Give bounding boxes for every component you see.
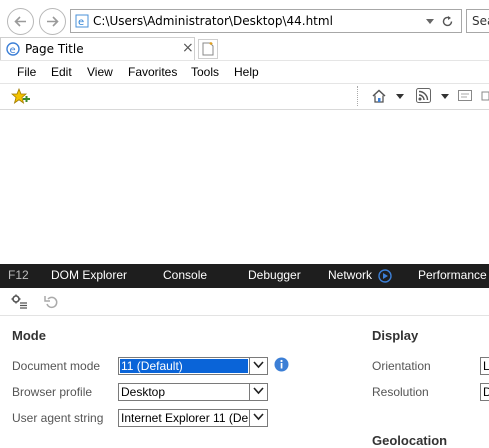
menu-tools[interactable]: Tools <box>191 65 219 79</box>
user-agent-value: Internet Explorer 11 (De <box>121 411 249 425</box>
svg-text:e: e <box>10 45 16 56</box>
search-placeholder: Sea <box>472 14 489 28</box>
command-bar <box>0 84 489 110</box>
mode-heading: Mode <box>12 328 46 343</box>
feeds-dropdown-icon[interactable] <box>441 94 449 99</box>
tab-performance[interactable]: Performance <box>418 268 487 282</box>
home-dropdown-icon[interactable] <box>396 94 404 99</box>
home-icon[interactable] <box>371 88 387 104</box>
ie-tab-icon: e <box>6 42 20 56</box>
user-agent-dropdown-button[interactable] <box>249 410 267 426</box>
back-arrow-icon <box>14 16 26 27</box>
url-text: C:\Users\Administrator\Desktop\44.html <box>93 14 333 28</box>
url-dropdown-icon[interactable] <box>426 19 434 25</box>
tab-debugger[interactable]: Debugger <box>248 268 301 282</box>
browser-tab[interactable]: e Page Title × <box>0 37 195 60</box>
tab-title: Page Title <box>25 42 84 56</box>
refresh-icon[interactable] <box>441 15 454 28</box>
network-record-icon[interactable] <box>378 269 392 283</box>
browser-profile-value: Desktop <box>121 385 166 399</box>
print-icon[interactable] <box>481 90 489 102</box>
settings-list-icon[interactable] <box>11 294 28 309</box>
orientation-value: La <box>483 359 489 373</box>
ie-page-icon: e <box>75 14 89 28</box>
orientation-label: Orientation <box>372 359 431 373</box>
document-mode-value: 11 (Default) <box>121 359 183 373</box>
browser-profile-label: Browser profile <box>12 385 93 399</box>
menu-edit[interactable]: Edit <box>51 65 72 79</box>
browser-profile-select[interactable]: Desktop <box>118 383 268 401</box>
chevron-down-icon <box>253 387 264 395</box>
menu-view[interactable]: View <box>87 65 113 79</box>
address-bar-row: e C:\Users\Administrator\Desktop\44.html… <box>0 0 489 40</box>
tab-row: e Page Title × <box>0 36 489 60</box>
reset-undo-icon[interactable] <box>44 295 59 309</box>
new-tab-icon <box>202 42 214 56</box>
new-tab-button[interactable] <box>198 39 218 59</box>
info-icon[interactable] <box>274 357 289 372</box>
forward-arrow-icon <box>47 16 59 27</box>
menu-file[interactable]: File <box>17 65 36 79</box>
tab-console[interactable]: Console <box>163 268 207 282</box>
menu-help[interactable]: Help <box>234 65 259 79</box>
emulation-toolbar <box>0 288 489 316</box>
resolution-value: D <box>483 385 489 399</box>
url-input[interactable]: e C:\Users\Administrator\Desktop\44.html <box>70 9 462 33</box>
read-mail-icon[interactable] <box>458 90 472 101</box>
page-content-area <box>0 110 489 264</box>
f12-label: F12 <box>8 268 29 282</box>
document-mode-dropdown-button[interactable] <box>249 358 267 374</box>
document-mode-label: Document mode <box>12 359 101 373</box>
tab-dom-explorer[interactable]: DOM Explorer <box>51 268 127 282</box>
resolution-select[interactable]: D <box>480 383 489 401</box>
menu-bar: File Edit View Favorites Tools Help <box>0 60 489 84</box>
feeds-icon[interactable] <box>416 88 431 103</box>
orientation-select[interactable]: La <box>480 357 489 375</box>
chevron-down-icon <box>253 413 264 421</box>
devtools-tab-bar: F12 DOM Explorer Console Debugger Networ… <box>0 264 489 288</box>
tab-network[interactable]: Network <box>328 268 372 282</box>
browser-profile-dropdown-button[interactable] <box>249 384 267 400</box>
chevron-down-icon <box>253 361 264 369</box>
close-tab-icon[interactable]: × <box>182 40 194 56</box>
user-agent-label: User agent string <box>12 411 104 425</box>
user-agent-select[interactable]: Internet Explorer 11 (De <box>118 409 268 427</box>
document-mode-select[interactable]: 11 (Default) <box>118 357 268 375</box>
back-button[interactable] <box>7 8 34 35</box>
resolution-label: Resolution <box>372 385 429 399</box>
toolbar-separator <box>357 86 358 106</box>
add-favorites-icon[interactable] <box>11 88 31 105</box>
svg-text:e: e <box>78 17 84 28</box>
menu-favorites[interactable]: Favorites <box>128 65 177 79</box>
forward-button[interactable] <box>39 8 66 35</box>
search-input[interactable]: Sea <box>466 9 489 33</box>
emulation-panel: Mode Document mode 11 (Default) Browser … <box>0 316 489 448</box>
display-heading: Display <box>372 328 419 343</box>
